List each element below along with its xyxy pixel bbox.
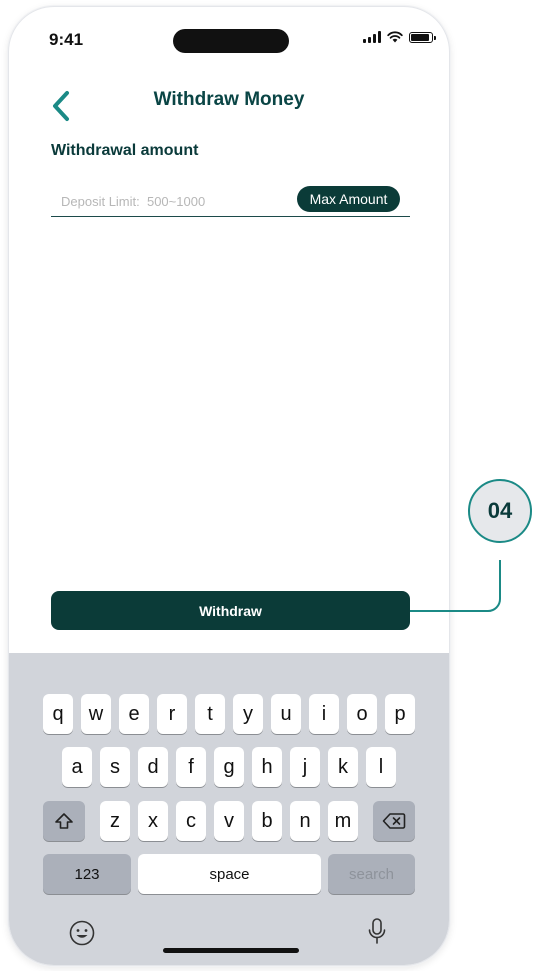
signal-icon bbox=[363, 31, 381, 43]
key-s[interactable]: s bbox=[100, 747, 130, 787]
key-p[interactable]: p bbox=[385, 694, 415, 734]
key-o[interactable]: o bbox=[347, 694, 377, 734]
key-g[interactable]: g bbox=[214, 747, 244, 787]
key-y[interactable]: y bbox=[233, 694, 263, 734]
status-time: 9:41 bbox=[49, 30, 84, 49]
key-q[interactable]: q bbox=[43, 694, 73, 734]
page-title: Withdraw Money bbox=[153, 89, 305, 110]
key-b[interactable]: b bbox=[252, 801, 282, 841]
amount-label: Withdrawal amount bbox=[51, 142, 199, 159]
shift-key[interactable] bbox=[43, 801, 85, 841]
key-d[interactable]: d bbox=[138, 747, 168, 787]
dictation-button[interactable] bbox=[366, 917, 388, 952]
key-n[interactable]: n bbox=[290, 801, 320, 841]
key-e[interactable]: e bbox=[119, 694, 149, 734]
max-amount-button[interactable]: Max Amount bbox=[297, 186, 400, 212]
backspace-key[interactable] bbox=[373, 801, 415, 841]
space-key[interactable]: space bbox=[138, 854, 321, 894]
key-z[interactable]: z bbox=[100, 801, 130, 841]
home-indicator bbox=[163, 948, 299, 953]
key-x[interactable]: x bbox=[138, 801, 168, 841]
battery-icon bbox=[409, 31, 436, 43]
emoji-icon bbox=[69, 920, 95, 946]
key-m[interactable]: m bbox=[328, 801, 358, 841]
key-u[interactable]: u bbox=[271, 694, 301, 734]
status-icons bbox=[363, 31, 436, 43]
numbers-key[interactable]: 123 bbox=[43, 854, 131, 894]
key-v[interactable]: v bbox=[214, 801, 244, 841]
key-a[interactable]: a bbox=[62, 747, 92, 787]
search-key[interactable]: search bbox=[328, 854, 415, 894]
dynamic-island bbox=[173, 29, 289, 53]
wifi-icon bbox=[387, 31, 403, 43]
annotation-connector bbox=[410, 560, 501, 612]
shift-icon bbox=[55, 813, 73, 829]
key-f[interactable]: f bbox=[176, 747, 206, 787]
keyboard: q w e r t y u i o p a s d f g h j k l z … bbox=[9, 653, 449, 965]
key-i[interactable]: i bbox=[309, 694, 339, 734]
key-r[interactable]: r bbox=[157, 694, 187, 734]
key-k[interactable]: k bbox=[328, 747, 358, 787]
key-j[interactable]: j bbox=[290, 747, 320, 787]
backspace-icon bbox=[382, 813, 406, 829]
annotation-badge: 04 bbox=[468, 479, 532, 543]
key-t[interactable]: t bbox=[195, 694, 225, 734]
key-l[interactable]: l bbox=[366, 747, 396, 787]
withdraw-button[interactable]: Withdraw bbox=[51, 591, 410, 630]
key-h[interactable]: h bbox=[252, 747, 282, 787]
key-c[interactable]: c bbox=[176, 801, 206, 841]
emoji-button[interactable] bbox=[68, 919, 96, 952]
microphone-icon bbox=[368, 918, 386, 944]
key-w[interactable]: w bbox=[81, 694, 111, 734]
phone-frame: 9:41 Withdraw Money Withdrawal amount Ma… bbox=[8, 6, 450, 966]
